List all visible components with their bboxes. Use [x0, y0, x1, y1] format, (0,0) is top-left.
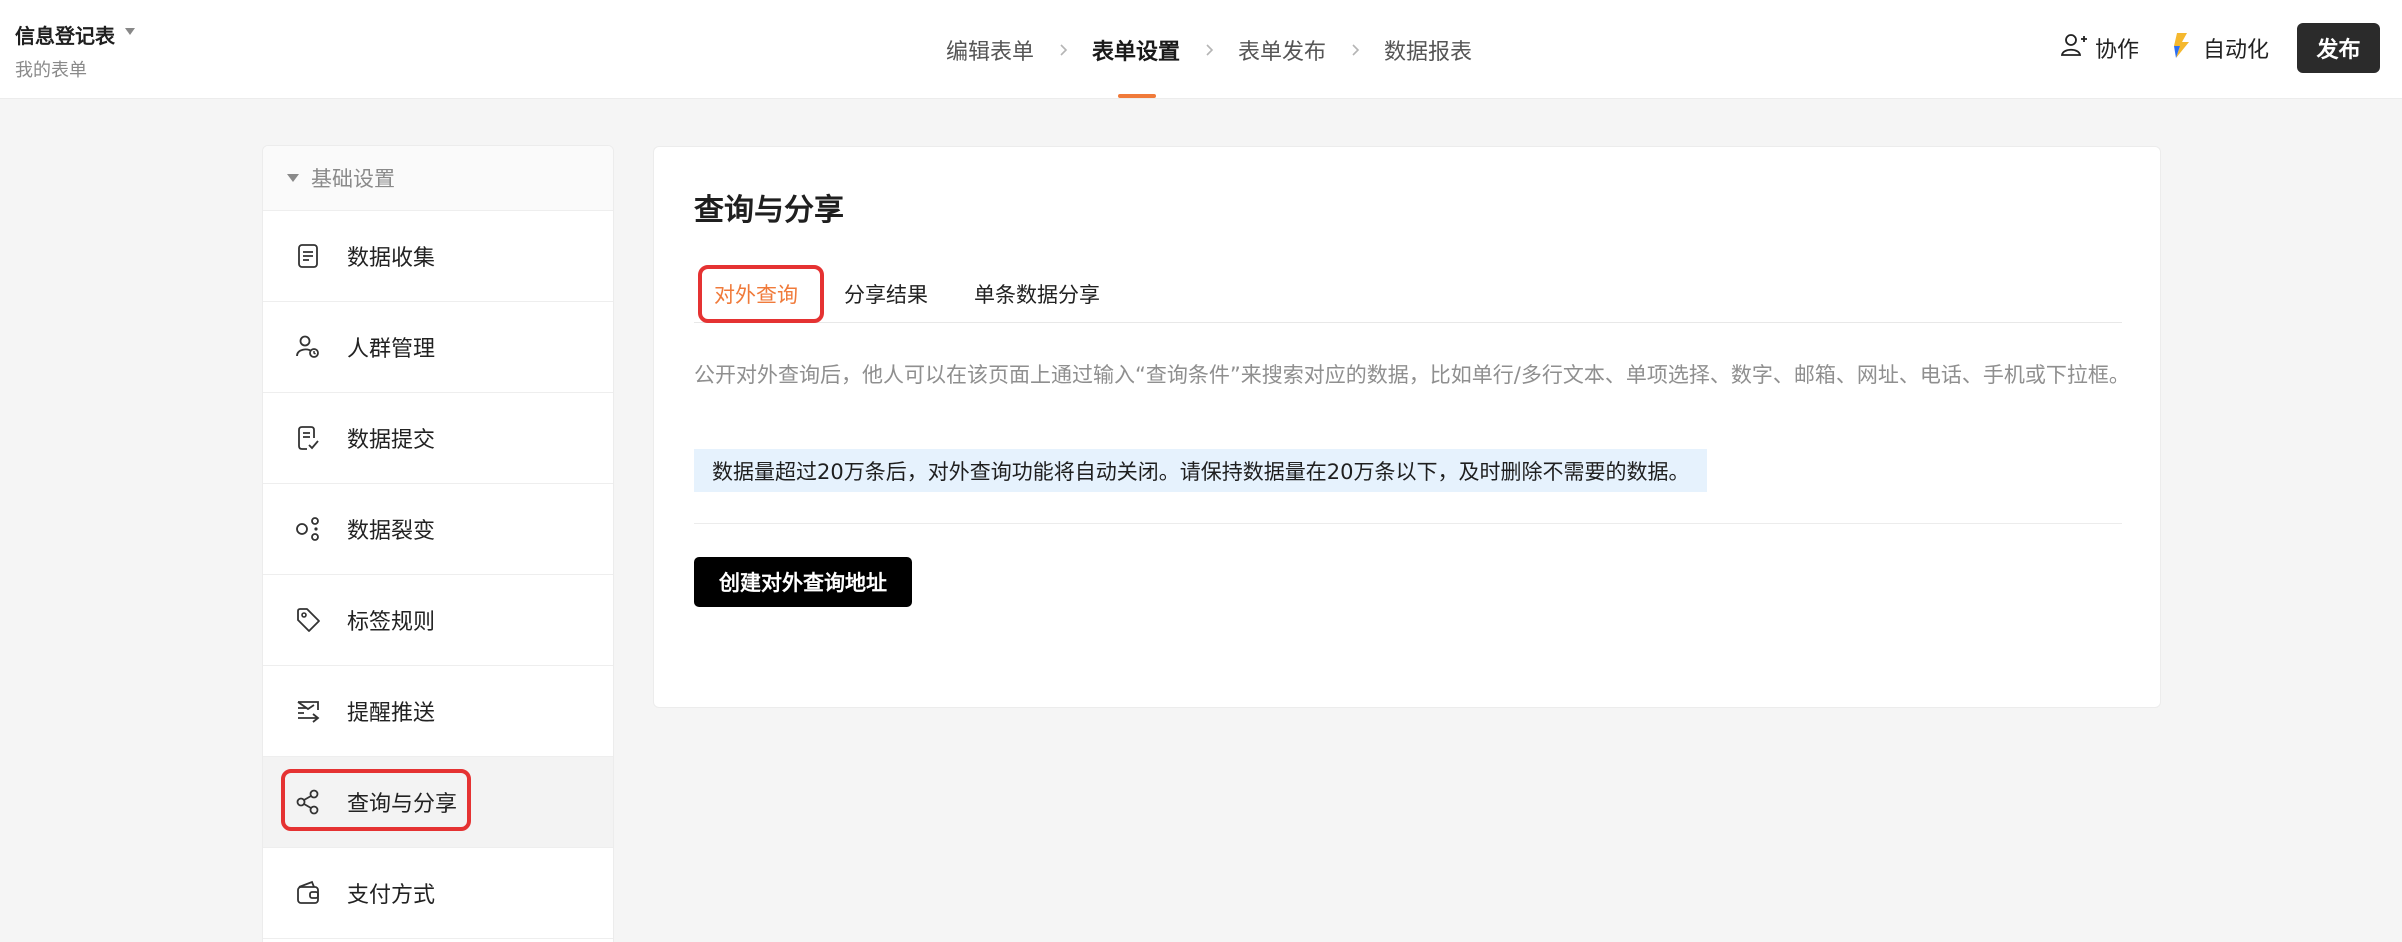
lightning-icon	[2167, 30, 2197, 66]
sidebar-item-tag-rules[interactable]: 标签规则	[263, 575, 613, 666]
form-title-dropdown[interactable]: 信息登记表	[15, 20, 135, 49]
collaborate-button[interactable]: 协作	[2059, 30, 2139, 66]
sidebar-item-label: 数据裂变	[347, 519, 436, 544]
sidebar-item-label: 数据收集	[347, 246, 436, 271]
sidebar-item-label: 提醒推送	[347, 701, 436, 726]
sidebar-item-label: 支付方式	[347, 883, 436, 908]
divider	[694, 523, 2122, 524]
sidebar-item-audience-management[interactable]: 人群管理	[263, 302, 613, 393]
tab-external-query[interactable]: 对外查询	[698, 264, 824, 323]
sidebar-item-data-fission[interactable]: 数据裂变	[263, 484, 613, 575]
sidebar-section-label: 基础设置	[311, 167, 395, 191]
sidebar-item-label: 数据提交	[347, 428, 436, 453]
fission-icon	[293, 514, 323, 544]
tab-share-results[interactable]: 分享结果	[844, 279, 928, 309]
settings-panel: 查询与分享 对外查询 分享结果 单条数据分享 公开对外查询后，他人可以在该页面上…	[653, 146, 2161, 708]
add-user-icon	[2059, 30, 2089, 66]
automation-button[interactable]: 自动化	[2167, 30, 2269, 66]
share-icon	[293, 787, 323, 817]
sidebar-item-query-and-share[interactable]: 查询与分享	[263, 757, 613, 848]
form-breadcrumb[interactable]: 我的表单	[15, 56, 87, 82]
sidebar-item-label: 查询与分享	[347, 792, 458, 817]
document-icon	[293, 241, 323, 271]
form-title: 信息登记表	[15, 24, 115, 48]
query-description: 公开对外查询后，他人可以在该页面上通过输入“查询条件”来搜索对应的数据，比如单行…	[694, 363, 2130, 387]
publish-button[interactable]: 发布	[2297, 23, 2380, 73]
document-check-icon	[293, 423, 323, 453]
chevron-right-icon	[1034, 43, 1092, 57]
sidebar-item-data-collection[interactable]: 数据收集	[263, 211, 613, 302]
sidebar-item-label: 标签规则	[347, 610, 436, 635]
collaborate-label: 协作	[2094, 38, 2139, 63]
tag-icon	[293, 605, 323, 635]
push-reminder-icon	[293, 696, 323, 726]
sidebar-item-push-reminders[interactable]: 提醒推送	[263, 666, 613, 757]
sidebar-item-payment-methods[interactable]: 支付方式	[263, 848, 613, 939]
automation-label: 自动化	[2202, 38, 2269, 63]
create-query-url-button[interactable]: 创建对外查询地址	[694, 557, 912, 607]
step-form-publish[interactable]: 表单发布	[1238, 34, 1326, 66]
sidebar-item-label: 人群管理	[347, 337, 436, 362]
step-form-settings[interactable]: 表单设置	[1092, 34, 1180, 98]
step-data-report[interactable]: 数据报表	[1384, 34, 1472, 66]
people-settings-icon	[293, 332, 323, 362]
settings-sidebar: 基础设置 数据收集 人群管理 数据提交 数据裂变 标签规则 提醒推送 查询与分享…	[262, 145, 614, 942]
top-bar: 信息登记表 我的表单 编辑表单 表单设置 表单发布 数据报表 协作 自动化 发布	[0, 0, 2402, 99]
wallet-icon	[293, 878, 323, 908]
sidebar-section-basic[interactable]: 基础设置	[263, 146, 613, 211]
step-edit-form[interactable]: 编辑表单	[946, 34, 1034, 66]
caret-down-icon	[125, 28, 135, 35]
sidebar-item-data-submission[interactable]: 数据提交	[263, 393, 613, 484]
step-navigation: 编辑表单 表单设置 表单发布 数据报表	[946, 32, 1472, 98]
tab-bar: 对外查询 分享结果 单条数据分享	[694, 264, 2122, 323]
chevron-right-icon	[1180, 43, 1238, 57]
page-title: 查询与分享	[694, 193, 844, 228]
chevron-right-icon	[1326, 43, 1384, 57]
caret-down-icon	[287, 174, 299, 182]
tab-single-data-share[interactable]: 单条数据分享	[974, 279, 1100, 309]
data-limit-notice: 数据量超过20万条后，对外查询功能将自动关闭。请保持数据量在20万条以下，及时删…	[694, 449, 1708, 492]
tab-label: 对外查询	[714, 282, 798, 307]
top-actions: 协作 自动化 发布	[2059, 23, 2380, 73]
